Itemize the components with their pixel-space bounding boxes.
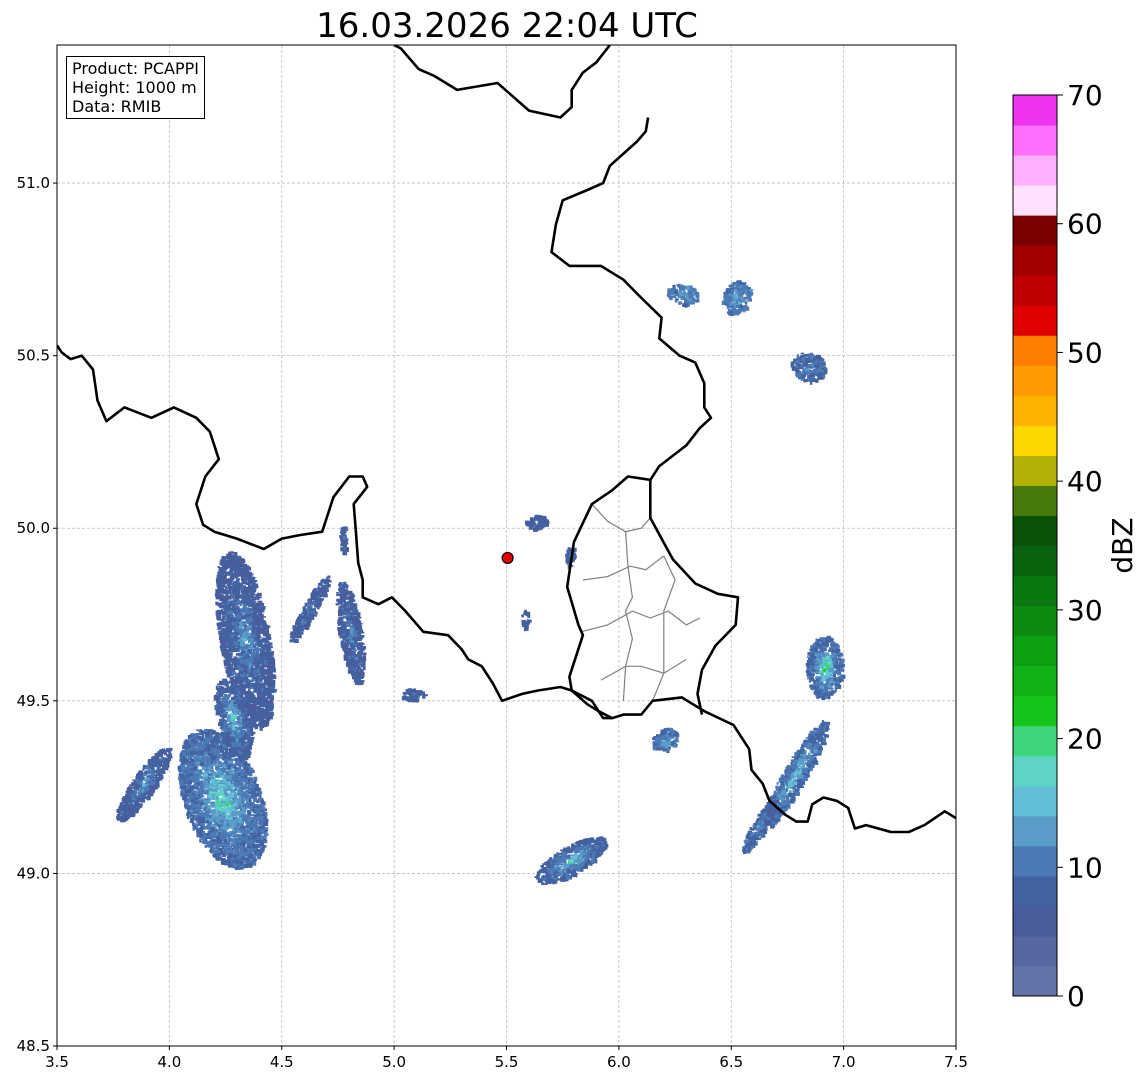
- echo-ne-cell-3: [790, 352, 828, 385]
- district-south-2: [600, 658, 687, 681]
- colorbar-segment-28: [1013, 125, 1057, 156]
- colorbar-segment-3: [1013, 875, 1057, 907]
- y-tick-label-5: 51.0: [17, 174, 50, 192]
- x-tick-label-8: 7.5: [944, 1053, 968, 1071]
- border-de-be: [393, 45, 611, 119]
- colorbar-segment-13: [1013, 575, 1057, 607]
- radar-figure: 3.5 4.0 4.5 5.0 5.5 6.0 6.5 7.0 7.5 48.5 49.0 49.5…: [17, 44, 1139, 1071]
- echo-ne-cell-2: [721, 280, 754, 316]
- colorbar-segment-2: [1013, 905, 1057, 937]
- x-tick-label-0: 3.5: [45, 1053, 69, 1071]
- gridlines: [56, 45, 957, 1047]
- colorbar-segment-15: [1013, 515, 1057, 546]
- reflectivity-echoes: [116, 280, 846, 885]
- colorbar-segment-5: [1013, 815, 1057, 847]
- product-info-box: Product: PCAPPI Height: 1000 m Data: RMI…: [66, 56, 206, 119]
- echo-ne-cell-1: [666, 283, 700, 308]
- colorbar-segment-1: [1013, 935, 1057, 967]
- colorbar-tick-label-0: 0: [1067, 980, 1085, 1013]
- echo-small-5-1: [401, 688, 428, 703]
- y-tick-label-1: 49.0: [17, 864, 50, 882]
- district-center: [582, 555, 665, 581]
- colorbar-segment-29: [1013, 95, 1057, 126]
- border-de-lux-fr: [550, 117, 713, 720]
- colorbar-segment-21: [1013, 335, 1057, 366]
- x-tick-label-3: 5.0: [382, 1053, 406, 1071]
- colorbar-segment-17: [1013, 455, 1057, 486]
- colorbar-segment-10: [1013, 665, 1057, 697]
- colorbar-tick-label-1: 10: [1067, 851, 1103, 884]
- district-north: [591, 503, 651, 533]
- radar-site-marker: [501, 551, 514, 565]
- colorbar-segment-16: [1013, 485, 1057, 516]
- district-vert-1: [622, 531, 634, 701]
- colorbar-tick-label-3: 30: [1067, 594, 1103, 627]
- echo-east-cell: [805, 635, 846, 700]
- echo-near-radar-2: [521, 609, 532, 632]
- echo-west-strip: [116, 747, 173, 823]
- info-product: Product: PCAPPI: [72, 59, 200, 78]
- x-tick-label-2: 4.5: [270, 1053, 294, 1071]
- colorbar-segment-9: [1013, 695, 1057, 727]
- country-borders: [57, 45, 956, 834]
- x-tick-label-6: 6.5: [719, 1053, 743, 1071]
- colorbar-segment-24: [1013, 245, 1057, 276]
- echo-near-radar-4: [339, 526, 349, 556]
- y-tick-label-0: 48.5: [17, 1037, 50, 1055]
- info-data-source: Data: RMIB: [72, 97, 162, 116]
- x-axis-ticks: 3.5 4.0 4.5 5.0 5.5 6.0 6.5 7.0 7.5: [45, 1046, 968, 1071]
- y-axis-ticks: 48.5 49.0 49.5 50.0 50.5 51.0: [17, 174, 57, 1055]
- colorbar-segment-7: [1013, 755, 1057, 787]
- colorbar-tick-label-7: 70: [1067, 79, 1103, 112]
- colorbar-segment-20: [1013, 365, 1057, 396]
- y-tick-label-2: 49.5: [17, 692, 50, 710]
- radar-site-layer: [501, 551, 514, 565]
- colorbar-tick-label-5: 50: [1067, 336, 1103, 369]
- y-tick-label-4: 50.5: [17, 347, 50, 365]
- echo-south-5-8: [534, 836, 609, 885]
- y-tick-label-3: 50.0: [17, 519, 50, 537]
- colorbar-segment-12: [1013, 605, 1057, 637]
- colorbar-segment-4: [1013, 845, 1057, 877]
- colorbar-tick-label-6: 60: [1067, 208, 1103, 241]
- border-lux-de: [648, 479, 740, 715]
- colorbar-segment-19: [1013, 395, 1057, 426]
- colorbar-segment-14: [1013, 545, 1057, 577]
- x-tick-label-4: 5.5: [495, 1053, 519, 1071]
- colorbar-tick-label-2: 20: [1067, 723, 1103, 756]
- colorbar-segment-25: [1013, 215, 1057, 246]
- colorbar-segment-11: [1013, 635, 1057, 667]
- info-height: Height: 1000 m: [72, 78, 197, 97]
- colorbar-segment-8: [1013, 725, 1057, 757]
- echo-west-cluster-main: [177, 729, 269, 870]
- colorbar-segment-26: [1013, 185, 1057, 216]
- colorbar-segment-6: [1013, 785, 1057, 817]
- colorbar-segment-0: [1013, 965, 1057, 997]
- colorbar-segment-22: [1013, 305, 1057, 336]
- colorbar-tick-label-4: 40: [1067, 465, 1103, 498]
- district-vert-2: [652, 555, 676, 702]
- colorbar-segment-27: [1013, 155, 1057, 186]
- x-tick-label-5: 6.0: [607, 1053, 631, 1071]
- x-tick-label-7: 7.0: [832, 1053, 856, 1071]
- colorbar-axis-label: dBZ: [1106, 517, 1139, 573]
- district-south-1: [580, 610, 701, 633]
- echo-near-radar-1: [525, 514, 550, 532]
- colorbar: 0 10 20 30 40 50 60 70 dBZ: [1012, 79, 1139, 1013]
- colorbar-segment-23: [1013, 275, 1057, 306]
- district-borders: [580, 503, 701, 702]
- x-tick-label-1: 4.0: [157, 1053, 181, 1071]
- colorbar-segment-18: [1013, 425, 1057, 456]
- echo-strip-4-6: [289, 575, 332, 643]
- echo-small-6-2: [652, 727, 680, 754]
